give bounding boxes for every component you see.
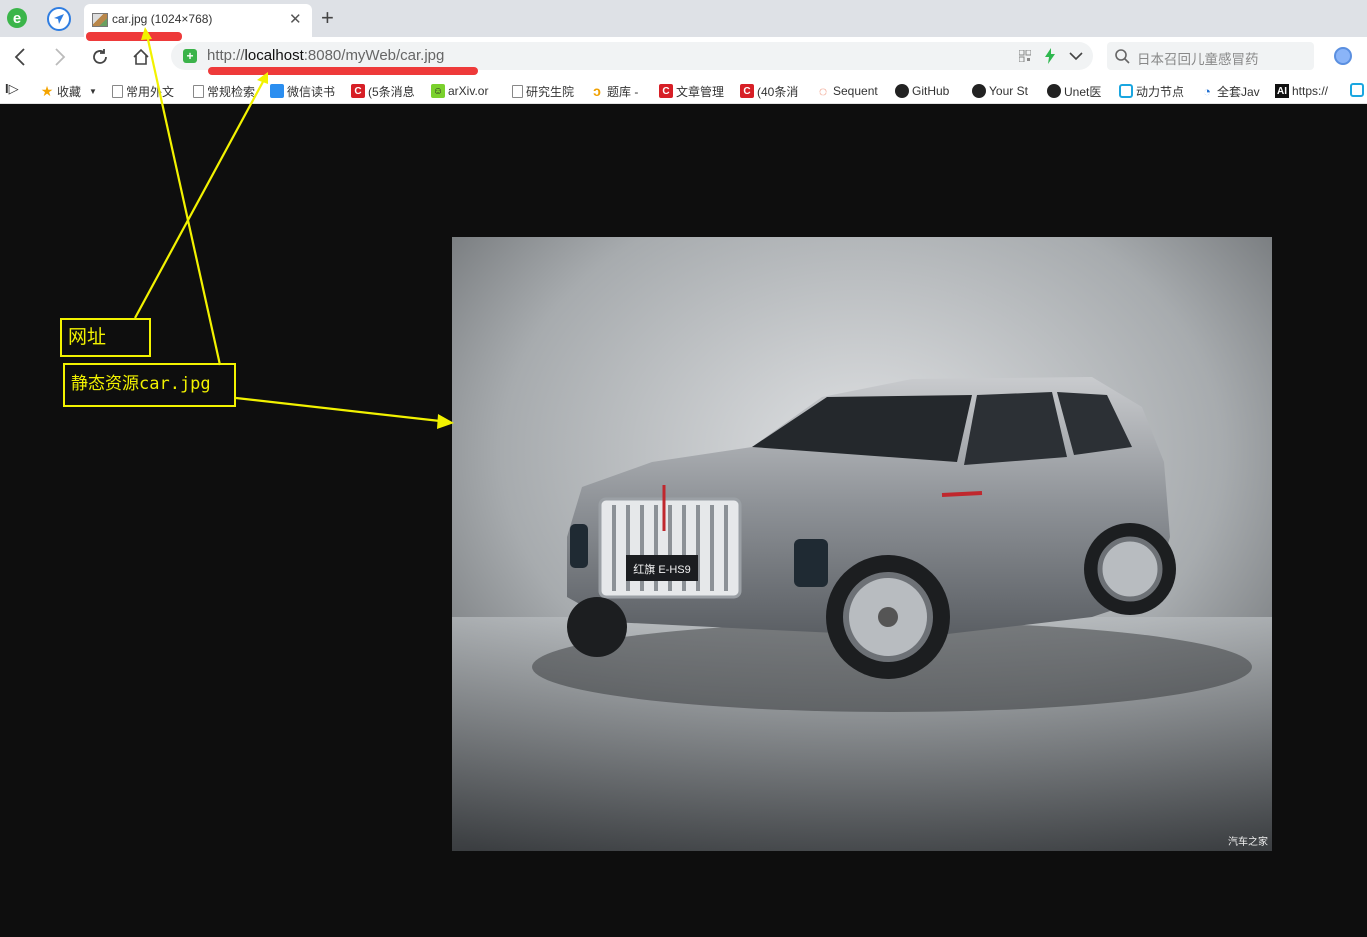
bookmark-label: arXiv.or [448, 84, 489, 98]
back-arrow-icon [14, 48, 25, 66]
bookmark-item[interactable]: ☺ arXiv.or [431, 82, 498, 100]
lightning-icon[interactable] [1045, 48, 1055, 64]
bookmark-item[interactable]: Unet医 [1047, 82, 1109, 100]
car-image[interactable]: 红旗 E-HS9 汽车之家 [452, 237, 1272, 851]
qr-code-icon[interactable] [1019, 50, 1031, 62]
watermark-text: 汽车之家 [1228, 837, 1268, 848]
browser-logo-icon[interactable]: e [5, 6, 29, 30]
bookmark-label: Your St [989, 84, 1028, 98]
url-scheme: http:// [207, 47, 245, 64]
forward-arrow-icon [55, 48, 66, 66]
page-icon [112, 84, 123, 98]
new-tab-button[interactable]: + [321, 5, 334, 31]
back-button[interactable] [8, 43, 32, 71]
address-bar[interactable]: + http://localhost:8080/myWeb/car.jpg [171, 42, 1093, 70]
address-bar-icons [1019, 47, 1083, 65]
bookmark-label: 收藏 [57, 84, 82, 99]
bookmark-item[interactable]: Your St [972, 82, 1034, 100]
csdn-icon: C [740, 84, 754, 98]
tab-underline-mark [86, 32, 182, 41]
bookmark-label: (5条消息 [368, 84, 415, 99]
extension-icon[interactable] [1334, 47, 1352, 65]
image-file-icon [92, 13, 108, 27]
bookmark-item[interactable]: C (5条消息 [351, 82, 419, 100]
bookmark-label: 常用外文 [126, 84, 175, 99]
sidebar-toggle-icon[interactable]: I▷ [5, 81, 19, 97]
bookmark-label: 常规检索 [207, 84, 256, 99]
bookmark-label: 研究生院 [526, 84, 575, 99]
leetcode-icon: ↄ [593, 83, 601, 99]
github-icon [972, 84, 986, 98]
arxiv-icon: ☺ [431, 84, 445, 98]
bookmark-label: GitHub [912, 84, 950, 98]
resource-annotation-label: 静态资源car.jpg [63, 363, 236, 407]
toolbar: + http://localhost:8080/myWeb/car.jpg 日本… [0, 37, 1367, 77]
bookmark-item[interactable]: 研究生院 [512, 82, 580, 100]
tab-strip: e car.jpg (1024×768) ✕ + [0, 0, 1367, 37]
csdn-icon: C [351, 84, 365, 98]
search-placeholder: 日本召回儿童感冒药 [1137, 52, 1259, 67]
star-icon: ★ [40, 82, 54, 99]
bookmark-label: Unet医 [1064, 84, 1102, 99]
github-icon [895, 84, 909, 98]
page-icon [193, 84, 204, 98]
bookmark-item[interactable]: 动力节点 [1119, 82, 1189, 100]
csdn-icon: C [659, 84, 673, 98]
page-icon [512, 84, 523, 98]
bookmark-item[interactable]: C (40条消 [740, 82, 804, 100]
reload-icon [93, 49, 107, 64]
bookmark-label: 题库 - [607, 84, 639, 99]
drop-icon: ◌ [818, 83, 828, 99]
tab-title: car.jpg (1024×768) [112, 12, 213, 26]
bookmark-label: Sequent [833, 84, 878, 98]
chevron-down-icon: ▼ [89, 86, 97, 96]
url-path: :8080/myWeb/car.jpg [303, 47, 445, 64]
bookmark-item[interactable]: ◌ Sequent [816, 82, 884, 100]
url-host: localhost [244, 47, 304, 64]
svg-text:e: e [13, 10, 21, 27]
ai-icon: AI [1275, 84, 1289, 98]
search-icon [1115, 49, 1130, 64]
bookmark-label: 文章管理 [676, 84, 725, 99]
car-photo-illustration: 红旗 E-HS9 [452, 237, 1272, 851]
bookmark-item[interactable]: ◔ 全套Jav [1200, 82, 1264, 100]
bilibili-icon [1119, 84, 1133, 98]
url-text[interactable]: http://localhost:8080/myWeb/car.jpg [207, 47, 444, 64]
bookmark-item[interactable]: C 文章管理 [659, 82, 729, 100]
close-tab-icon[interactable]: ✕ [289, 10, 302, 28]
weread-icon [270, 84, 284, 98]
bookmark-label: https:// [1292, 84, 1329, 98]
bookmark-item[interactable]: 微信读书 [270, 82, 340, 100]
edu-icon: ◔ [1203, 83, 1211, 99]
bookmark-item[interactable]: GitHub [895, 82, 963, 100]
plate-text: 红旗 E-HS9 [633, 562, 690, 576]
github-icon [1047, 84, 1061, 98]
home-button[interactable] [129, 43, 153, 71]
bookmark-item[interactable]: 常用外文 [112, 82, 178, 100]
bookmark-label: 全套Jav [1217, 84, 1260, 99]
image-viewer: 红旗 E-HS9 汽车之家 [0, 104, 1367, 937]
bookmark-item[interactable]: ↄ 题库 - [590, 82, 646, 100]
secure-site-icon[interactable]: + [183, 49, 197, 63]
chevron-down-icon[interactable] [1069, 51, 1083, 61]
bookmark-item[interactable]: AI https:// [1275, 82, 1343, 100]
url-underline-mark [208, 67, 478, 75]
bookmark-label: 微信读书 [287, 84, 336, 99]
bookmark-item[interactable]: 常规检索 [193, 82, 261, 100]
reload-button[interactable] [88, 43, 112, 71]
bookmark-item[interactable]: ★ 收藏 ▼ [40, 82, 97, 100]
navigate-icon[interactable] [47, 7, 71, 31]
search-box[interactable]: 日本召回儿童感冒药 [1107, 42, 1314, 70]
bookmark-label: 动力节点 [1136, 84, 1185, 99]
bookmarks-bar: I▷ ★ 收藏 ▼ 常用外文 常规检索 微信读书 C (5条消息 ☺ arXiv… [0, 77, 1367, 104]
url-annotation-label: 网址 [60, 318, 151, 357]
bookmark-label: (40条消 [757, 84, 799, 99]
home-icon [133, 48, 149, 65]
forward-button[interactable] [48, 43, 72, 71]
bilibili-icon[interactable] [1350, 83, 1364, 97]
